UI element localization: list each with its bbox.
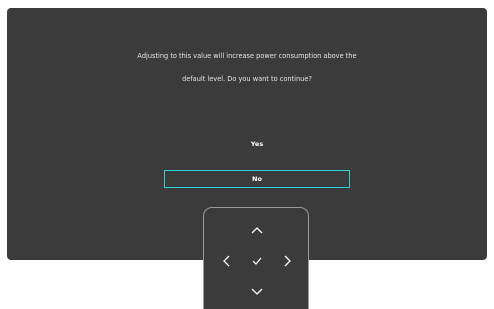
chevron-up-icon xyxy=(251,227,263,234)
navigation-pad xyxy=(203,207,309,309)
nav-down-button[interactable] xyxy=(247,282,267,302)
nav-up-button[interactable] xyxy=(247,220,267,240)
dialog-message-line-2: default level. Do you want to continue? xyxy=(182,75,312,83)
yes-option[interactable]: Yes xyxy=(164,135,350,153)
dialog-message-line-1: Adjusting to this value will increase po… xyxy=(137,52,357,60)
nav-confirm-button[interactable] xyxy=(247,251,267,271)
nav-right-button[interactable] xyxy=(278,251,298,271)
check-icon xyxy=(252,257,262,265)
chevron-down-icon xyxy=(251,288,263,295)
nav-left-button[interactable] xyxy=(216,251,236,271)
dialog-message: Adjusting to this value will increase po… xyxy=(7,45,487,91)
chevron-left-icon xyxy=(223,255,230,267)
chevron-right-icon xyxy=(284,255,291,267)
no-option[interactable]: No xyxy=(164,170,350,188)
